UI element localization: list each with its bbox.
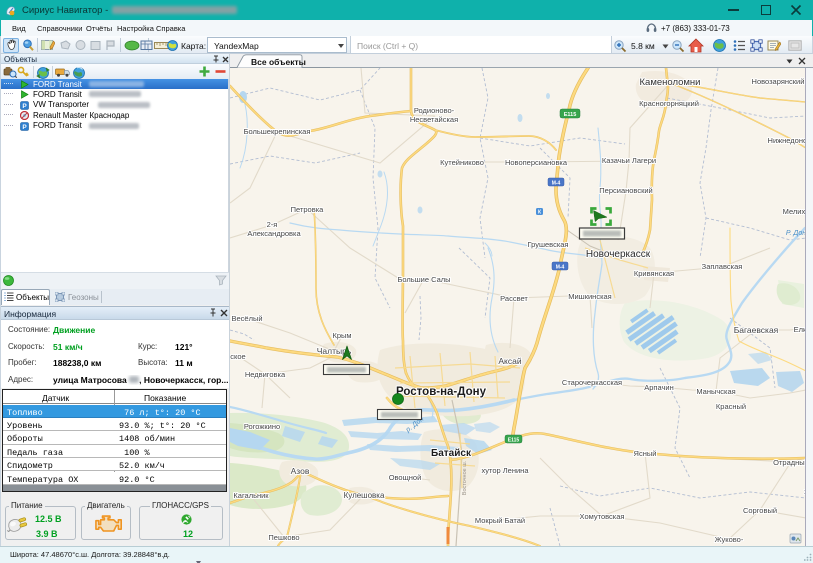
svg-text:Кулешовка: Кулешовка bbox=[344, 491, 385, 500]
svg-text:Мишкинская: Мишкинская bbox=[568, 292, 612, 301]
svg-text:М-4: М-4 bbox=[552, 181, 561, 187]
svg-text:ху: ху bbox=[804, 487, 806, 496]
svg-text:Овощной: Овощной bbox=[389, 473, 422, 482]
svg-text:Старочеркасская: Старочеркасская bbox=[562, 378, 622, 387]
svg-text:Рогожкино: Рогожкино bbox=[244, 422, 280, 431]
svg-text:хутор Ленина: хутор Ленина bbox=[481, 466, 529, 475]
svg-text:Кутейниково: Кутейниково bbox=[440, 158, 484, 167]
svg-text:Казачьи Лагери: Казачьи Лагери bbox=[602, 156, 656, 165]
svg-text:Грушевская: Грушевская bbox=[528, 240, 569, 249]
svg-text:Отрадный: Отрадный bbox=[773, 458, 806, 467]
svg-text:Багаевская: Багаевская bbox=[734, 325, 779, 335]
svg-text:Мелихов: Мелихов bbox=[783, 207, 806, 216]
svg-text:Большекрепинская: Большекрепинская bbox=[244, 127, 311, 136]
svg-text:Крым: Крым bbox=[332, 331, 351, 340]
svg-text:Красный: Красный bbox=[716, 402, 746, 411]
svg-text:Восточное ш.: Восточное ш. bbox=[462, 460, 468, 495]
svg-text:Хомутовская: Хомутовская bbox=[580, 512, 625, 521]
svg-text:Родионово-: Родионово- bbox=[414, 106, 455, 115]
svg-text:Кагальник: Кагальник bbox=[233, 491, 269, 500]
svg-text:Р. Дон: Р. Дон bbox=[786, 230, 806, 237]
svg-text:P: P bbox=[22, 103, 27, 110]
svg-text:Большие Салы: Большие Салы bbox=[397, 275, 450, 284]
svg-text:Мокрый Батай: Мокрый Батай bbox=[475, 516, 525, 525]
svg-text:Азов: Азов bbox=[291, 466, 310, 476]
svg-text:Сорговый: Сорговый bbox=[743, 506, 777, 515]
svg-text:Жуково-: Жуково- bbox=[715, 535, 744, 544]
svg-text:ское: ское bbox=[230, 352, 245, 361]
svg-text:Батайск: Батайск bbox=[431, 448, 472, 459]
svg-text:E115: E115 bbox=[564, 112, 577, 118]
svg-text:Петровка: Петровка bbox=[291, 205, 325, 214]
svg-text:Несветайская: Несветайская bbox=[410, 115, 458, 124]
svg-text:Арпачин: Арпачин bbox=[644, 383, 673, 392]
svg-text:Новозарянский: Новозарянский bbox=[752, 77, 805, 86]
svg-text:Кривянская: Кривянская bbox=[634, 269, 674, 278]
svg-text:Новочеркасск: Новочеркасск bbox=[586, 249, 651, 260]
svg-text:2-я: 2-я bbox=[267, 220, 278, 229]
svg-text:Нижнедонской: Нижнедонской bbox=[768, 136, 806, 145]
svg-text:Рассвет: Рассвет bbox=[500, 294, 528, 303]
svg-text:Заплавская: Заплавская bbox=[702, 262, 743, 271]
svg-text:Пешково: Пешково bbox=[268, 533, 299, 542]
svg-text:Ростов-на-Дону: Ростов-на-Дону bbox=[396, 386, 487, 398]
svg-text:Красногорняцкий: Красногорняцкий bbox=[639, 99, 699, 108]
svg-text:Весёлый: Весёлый bbox=[231, 314, 262, 323]
svg-text:Манычская: Манычская bbox=[696, 387, 735, 396]
svg-text:E115: E115 bbox=[508, 438, 520, 444]
svg-text:Недвиговка: Недвиговка bbox=[245, 370, 286, 379]
svg-text:М-4: М-4 bbox=[556, 265, 565, 271]
svg-text:Персиановский: Персиановский bbox=[599, 186, 652, 195]
svg-text:P: P bbox=[22, 124, 27, 131]
svg-text:Елки: Елки bbox=[794, 325, 806, 334]
svg-text:Ясный: Ясный bbox=[634, 449, 657, 458]
svg-text:Аксай: Аксай bbox=[498, 356, 521, 366]
svg-text:Каменоломни: Каменоломни bbox=[640, 77, 701, 88]
svg-text:Александровка: Александровка bbox=[247, 229, 301, 238]
svg-text:Новоперсиановка: Новоперсиановка bbox=[505, 158, 568, 167]
